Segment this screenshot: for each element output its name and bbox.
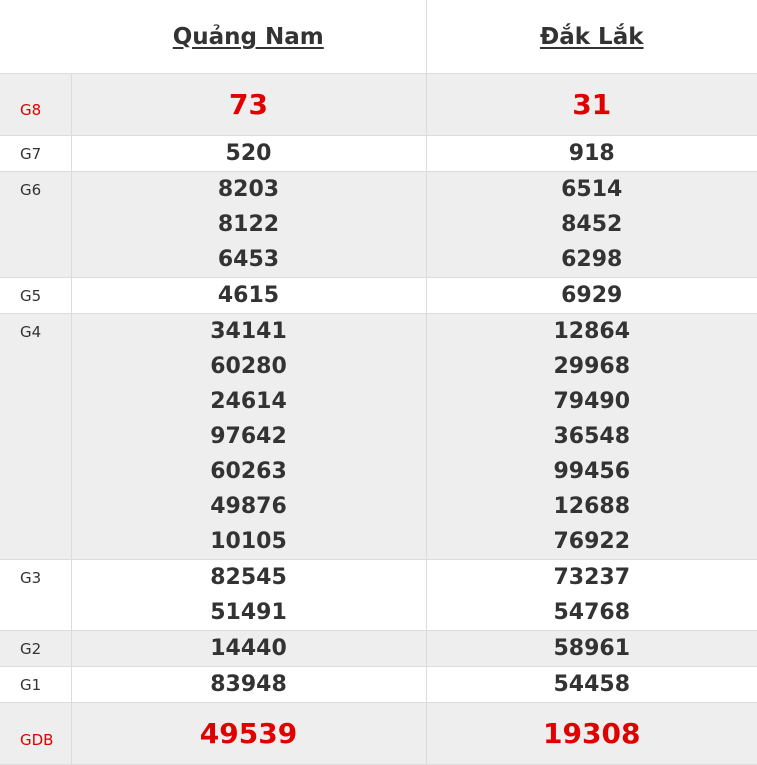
result-number: 12688 (427, 489, 757, 524)
province-2-link[interactable]: Đắk Lắk (540, 24, 644, 50)
result-number: 6929 (427, 278, 757, 313)
result-number: 82545 (72, 560, 426, 595)
prize-row-g5: G5 4615 6929 (0, 278, 757, 314)
result-number: 60280 (72, 349, 426, 384)
result-cell: 6514 8452 6298 (426, 172, 757, 278)
result-number: 49876 (72, 489, 426, 524)
prize-row-g6: G6 8203 8122 6453 6514 8452 6298 (0, 172, 757, 278)
prize-row-g2: G2 14440 58961 (0, 631, 757, 667)
header-province-1: Quảng Nam (71, 0, 426, 74)
special-prize-number: 19308 (427, 703, 757, 764)
province-1-link[interactable]: Quảng Nam (173, 24, 324, 50)
result-cell: 83948 (71, 667, 426, 703)
result-cell: 6929 (426, 278, 757, 314)
result-cell: 31 (426, 74, 757, 136)
result-number: 83948 (72, 667, 426, 702)
result-number: 520 (72, 136, 426, 171)
prize-label-g5: G5 (0, 278, 71, 314)
prize-label-g8: G8 (0, 74, 71, 136)
result-cell: 520 (71, 136, 426, 172)
result-number: 6453 (72, 242, 426, 277)
result-number: 4615 (72, 278, 426, 313)
header-label-cell (0, 0, 71, 74)
result-number: 73 (72, 74, 426, 135)
prize-row-g3: G3 82545 51491 73237 54768 (0, 560, 757, 631)
prize-row-g1: G1 83948 54458 (0, 667, 757, 703)
prize-label-g7: G7 (0, 136, 71, 172)
prize-row-g7: G7 520 918 (0, 136, 757, 172)
result-number: 99456 (427, 454, 757, 489)
result-number: 6298 (427, 242, 757, 277)
result-number: 76922 (427, 524, 757, 559)
result-number: 8122 (72, 207, 426, 242)
result-cell: 34141 60280 24614 97642 60263 49876 1010… (71, 314, 426, 560)
result-number: 12864 (427, 314, 757, 349)
result-cell: 54458 (426, 667, 757, 703)
result-number: 58961 (427, 631, 757, 666)
result-number: 54768 (427, 595, 757, 630)
result-cell: 73237 54768 (426, 560, 757, 631)
result-number: 73237 (427, 560, 757, 595)
prize-label-g2: G2 (0, 631, 71, 667)
prize-label-g1: G1 (0, 667, 71, 703)
result-number: 60263 (72, 454, 426, 489)
lottery-results-table: Quảng Nam Đắk Lắk G8 73 31 G7 520 918 (0, 0, 757, 765)
result-cell: 19308 (426, 703, 757, 765)
result-number: 24614 (72, 384, 426, 419)
result-cell: 58961 (426, 631, 757, 667)
result-number: 918 (427, 136, 757, 171)
result-cell: 8203 8122 6453 (71, 172, 426, 278)
result-cell: 73 (71, 74, 426, 136)
result-number: 31 (427, 74, 757, 135)
result-number: 79490 (427, 384, 757, 419)
prize-row-gdb: GDB 49539 19308 (0, 703, 757, 765)
result-number: 36548 (427, 419, 757, 454)
result-cell: 12864 29968 79490 36548 99456 12688 7692… (426, 314, 757, 560)
result-number: 97642 (72, 419, 426, 454)
result-number: 6514 (427, 172, 757, 207)
result-number: 10105 (72, 524, 426, 559)
header-row: Quảng Nam Đắk Lắk (0, 0, 757, 74)
result-number: 14440 (72, 631, 426, 666)
prize-row-g4: G4 34141 60280 24614 97642 60263 49876 1… (0, 314, 757, 560)
prize-label-g3: G3 (0, 560, 71, 631)
result-cell: 82545 51491 (71, 560, 426, 631)
result-number: 8452 (427, 207, 757, 242)
result-number: 8203 (72, 172, 426, 207)
result-number: 29968 (427, 349, 757, 384)
result-number: 54458 (427, 667, 757, 702)
result-cell: 4615 (71, 278, 426, 314)
prize-row-g8: G8 73 31 (0, 74, 757, 136)
prize-label-g4: G4 (0, 314, 71, 560)
special-prize-number: 49539 (72, 703, 426, 764)
result-number: 34141 (72, 314, 426, 349)
result-cell: 49539 (71, 703, 426, 765)
prize-label-g6: G6 (0, 172, 71, 278)
result-number: 51491 (72, 595, 426, 630)
result-cell: 14440 (71, 631, 426, 667)
prize-label-gdb: GDB (0, 703, 71, 765)
result-cell: 918 (426, 136, 757, 172)
header-province-2: Đắk Lắk (426, 0, 757, 74)
